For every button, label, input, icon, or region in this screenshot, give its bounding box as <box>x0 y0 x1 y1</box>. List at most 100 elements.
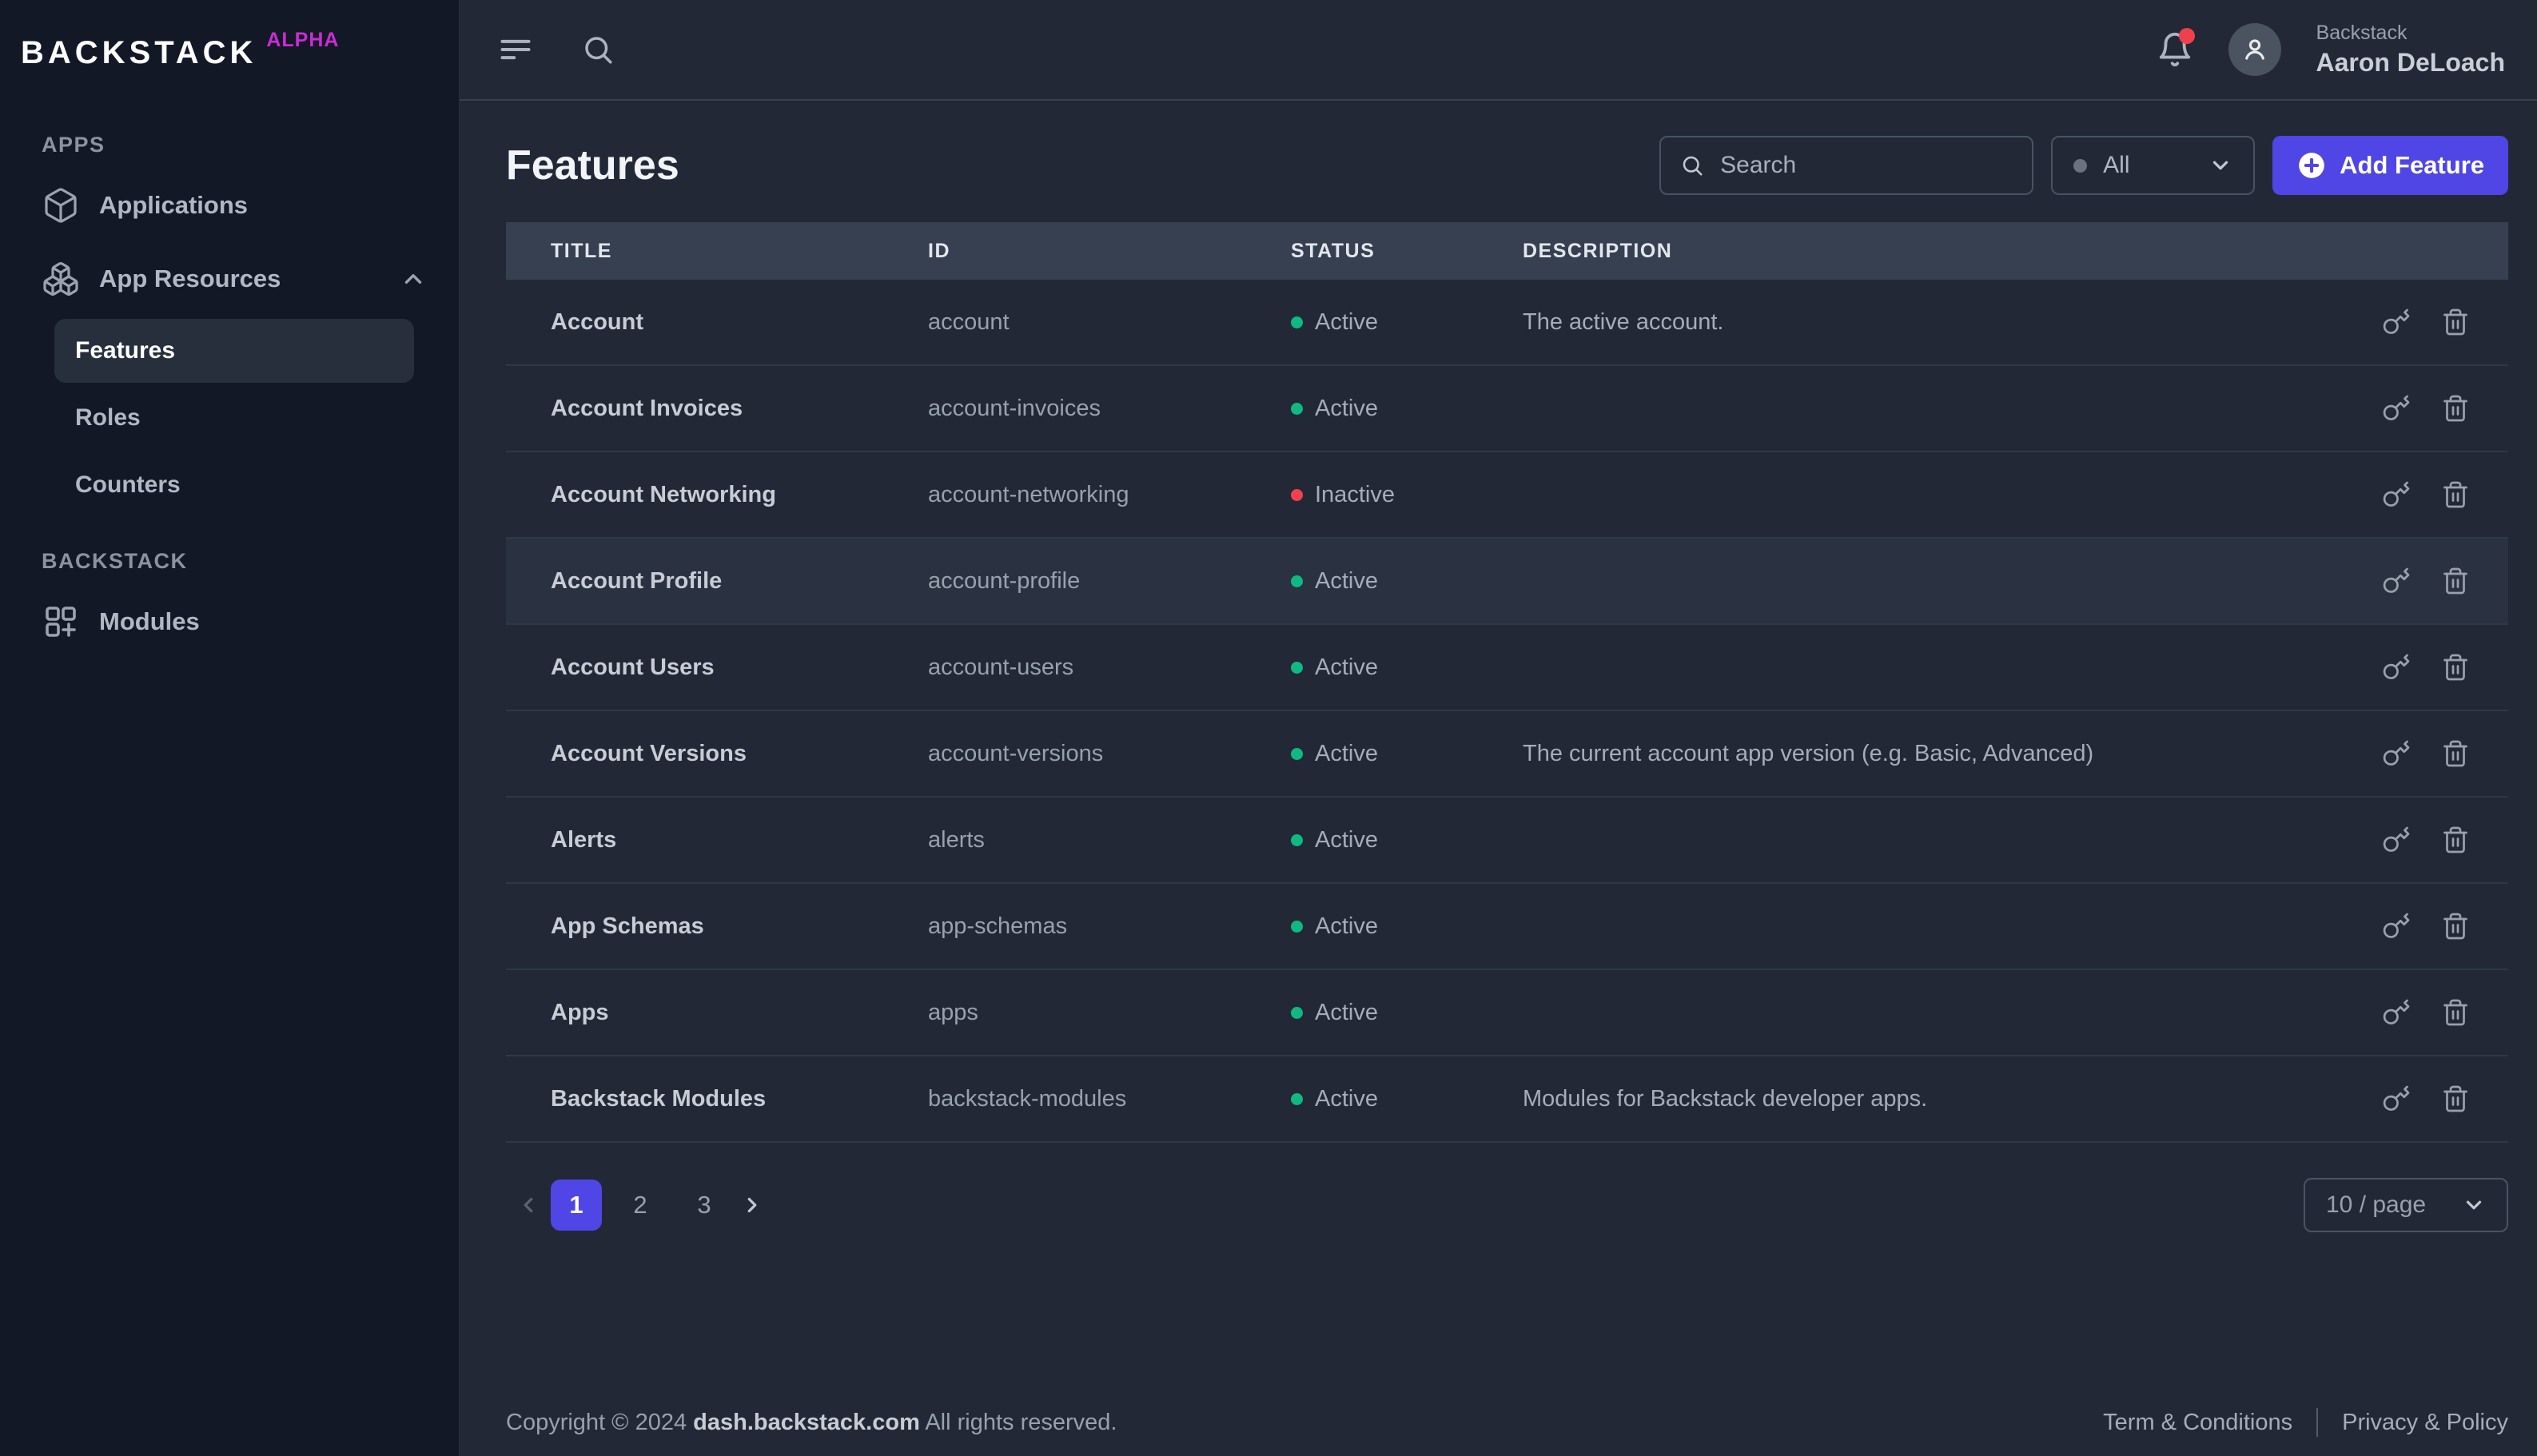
status-filter-select[interactable]: All <box>2051 136 2256 195</box>
status-label: Active <box>1315 826 1378 853</box>
trash-icon[interactable] <box>2441 567 2470 595</box>
privacy-link[interactable]: Privacy & Policy <box>2342 1410 2508 1436</box>
notification-dot <box>2178 28 2195 44</box>
feature-id: app-schemas <box>928 913 1068 939</box>
trash-icon[interactable] <box>2441 825 2470 854</box>
table-row[interactable]: Backstack Modules backstack-modules Active… <box>506 1056 2508 1143</box>
user-org: Backstack <box>2316 22 2408 45</box>
sidebar-item-label: App Resources <box>99 265 281 292</box>
trash-icon[interactable] <box>2441 653 2470 682</box>
app-root: BACKSTACK ALPHA APPS Applications App Re… <box>0 0 2537 1456</box>
terms-link[interactable]: Term & Conditions <box>2103 1410 2292 1436</box>
menu-icon[interactable] <box>498 32 533 67</box>
col-description: DESCRIPTION <box>1523 239 1673 262</box>
modules-plus-icon <box>42 603 80 641</box>
feature-description: The current account app version (e.g. Ba… <box>1523 740 2094 766</box>
sidebar-item-roles[interactable]: Roles <box>54 386 414 450</box>
add-feature-button[interactable]: Add Feature <box>2272 136 2508 195</box>
table-header: TITLE ID STATUS DESCRIPTION <box>506 222 2508 280</box>
alpha-badge: ALPHA <box>266 29 340 51</box>
key-icon[interactable] <box>2382 739 2411 768</box>
feature-id: account-networking <box>928 481 1129 507</box>
sidebar-item-applications[interactable]: Applications <box>0 169 459 242</box>
table-row[interactable]: Account Users account-users Active <box>506 625 2508 711</box>
table-row[interactable]: Apps apps Active <box>506 970 2508 1056</box>
page-title: Features <box>506 142 679 189</box>
key-icon[interactable] <box>2382 480 2411 509</box>
feature-title: App Schemas <box>551 913 704 939</box>
key-icon[interactable] <box>2382 308 2411 336</box>
sidebar-section-backstack: BACKSTACK <box>42 549 188 573</box>
cube-icon <box>42 186 80 225</box>
trash-icon[interactable] <box>2441 308 2470 336</box>
table-row[interactable]: Account Versions account-versions Active Th… <box>506 711 2508 798</box>
chevron-down-icon <box>2462 1193 2486 1217</box>
add-feature-label: Add Feature <box>2340 151 2484 179</box>
feature-id: apps <box>928 999 978 1025</box>
key-icon[interactable] <box>2382 567 2411 595</box>
controls: All Add Feature <box>1659 136 2508 195</box>
status-dot-icon <box>1291 1092 1303 1105</box>
row-actions <box>2356 653 2508 682</box>
row-actions <box>2356 480 2508 509</box>
key-icon[interactable] <box>2382 1084 2411 1113</box>
topbar: Backstack Aaron DeLoach <box>460 0 2537 101</box>
trash-icon[interactable] <box>2441 480 2470 509</box>
trash-icon[interactable] <box>2441 998 2470 1027</box>
table-body: Account account Active The active account. A… <box>506 280 2508 1143</box>
feature-status: Active <box>1291 1086 1523 1112</box>
feature-id: alerts <box>928 826 985 853</box>
key-icon[interactable] <box>2382 825 2411 854</box>
table-row[interactable]: Account Invoices account-invoices Active <box>506 366 2508 452</box>
trash-icon[interactable] <box>2441 739 2470 768</box>
sidebar-item-app-resources[interactable]: App Resources <box>0 242 459 316</box>
row-actions <box>2356 394 2508 423</box>
sidebar-item-counters[interactable]: Counters <box>54 453 414 517</box>
feature-title: Account Invoices <box>551 395 743 421</box>
table-row[interactable]: Alerts alerts Active <box>506 798 2508 884</box>
feature-status: Active <box>1291 309 1523 336</box>
trash-icon[interactable] <box>2441 1084 2470 1113</box>
feature-description: Modules for Backstack developer apps. <box>1523 1085 1928 1112</box>
table-row[interactable]: App Schemas app-schemas Active <box>506 884 2508 970</box>
sidebar-item-label: Modules <box>99 607 200 635</box>
next-page-icon[interactable] <box>730 1180 775 1231</box>
row-actions <box>2356 998 2508 1027</box>
page-button-3[interactable]: 3 <box>679 1180 730 1231</box>
table-row[interactable]: Account Networking account-networking Inac… <box>506 452 2508 539</box>
col-title: TITLE <box>551 239 612 262</box>
key-icon[interactable] <box>2382 653 2411 682</box>
table-row[interactable]: Account Profile account-profile Active <box>506 539 2508 625</box>
key-icon[interactable] <box>2382 998 2411 1027</box>
trash-icon[interactable] <box>2441 912 2470 941</box>
page-button-1[interactable]: 1 <box>551 1180 602 1231</box>
status-dot-icon <box>1291 920 1303 933</box>
sidebar-item-modules[interactable]: Modules <box>0 585 459 658</box>
trash-icon[interactable] <box>2441 394 2470 423</box>
feature-id: account-users <box>928 654 1074 680</box>
feature-title: Apps <box>551 999 609 1025</box>
key-icon[interactable] <box>2382 394 2411 423</box>
topbar-right: Backstack Aaron DeLoach <box>2157 21 2505 78</box>
status-label: Active <box>1315 567 1378 594</box>
bell-icon[interactable] <box>2157 28 2195 68</box>
page-size-select[interactable]: 10 / page <box>2304 1178 2508 1232</box>
search-input[interactable] <box>1719 151 2013 180</box>
page-button-2[interactable]: 2 <box>615 1180 666 1231</box>
status-label: Active <box>1315 913 1378 939</box>
feature-title: Account Profile <box>551 567 723 594</box>
sidebar-item-features[interactable]: Features <box>54 319 414 383</box>
avatar[interactable] <box>2228 23 2281 76</box>
user-block[interactable]: Backstack Aaron DeLoach <box>2316 21 2505 78</box>
main-column: Backstack Aaron DeLoach Features All <box>460 0 2537 1456</box>
feature-id: account <box>928 308 1010 335</box>
boxes-icon <box>42 260 80 298</box>
pagination-pages: 123 <box>551 1180 730 1231</box>
prev-page-icon[interactable] <box>506 1180 551 1231</box>
table-row[interactable]: Account account Active The active account. <box>506 280 2508 366</box>
feature-id: account-invoices <box>928 395 1101 421</box>
search-icon[interactable] <box>581 33 615 66</box>
search-box[interactable] <box>1659 136 2034 195</box>
feature-status: Active <box>1291 568 1523 595</box>
key-icon[interactable] <box>2382 912 2411 941</box>
